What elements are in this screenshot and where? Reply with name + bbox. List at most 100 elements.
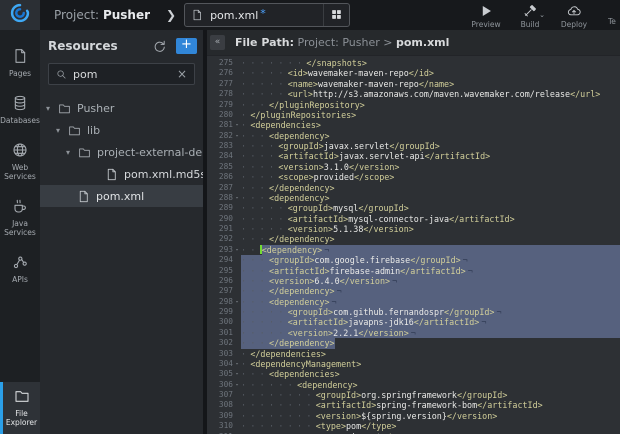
code-line-content[interactable]: ·····<groupId>com.github.fernandospr</gr…	[241, 307, 620, 317]
code-line[interactable]: 309········<version>${spring.version}</v…	[207, 411, 620, 421]
code-line-content[interactable]: ·<dependencies>	[241, 120, 620, 130]
fold-marker[interactable]: -	[233, 245, 241, 255]
tree-item[interactable]: pom.xml	[40, 185, 203, 207]
code-line[interactable]: 277·····<name>wavemaker-maven-repo</name…	[207, 79, 620, 89]
code-line[interactable]: 301·····<version>2.2.1</version>¬	[207, 328, 620, 338]
code-line[interactable]: 297···</dependency>¬	[207, 286, 620, 296]
open-file-tab[interactable]: pom.xml *	[184, 3, 350, 27]
code-line[interactable]: 284····<artifactId>javax.servlet-api</ar…	[207, 151, 620, 161]
code-line-content[interactable]: ····<version>3.1.0</version>	[241, 162, 620, 172]
code-line-content[interactable]: ·····<version>5.1.38</version>	[241, 224, 620, 234]
code-line-content[interactable]: ·····<version>2.2.1</version>¬	[241, 328, 620, 338]
toolbar-button-preview[interactable]: Preview	[466, 1, 506, 29]
resource-search-box[interactable]: pom ×	[48, 63, 195, 85]
code-line[interactable]: 294···<groupId>com.google.firebase</grou…	[207, 255, 620, 265]
code-line-content[interactable]: ······<dependency>	[241, 380, 620, 390]
code-line[interactable]: 302···</dependency>	[207, 338, 620, 348]
code-line[interactable]: 292···</dependency>	[207, 234, 620, 244]
code-line[interactable]: 281-·<dependencies>	[207, 120, 620, 130]
code-line-content[interactable]: ········<groupId>org.springframework</gr…	[241, 390, 620, 400]
code-line-content[interactable]: ···</dependency>	[241, 234, 620, 244]
sidebar-item-pages[interactable]: Pages	[0, 46, 40, 80]
code-line[interactable]: 306-······<dependency>	[207, 380, 620, 390]
code-line[interactable]: 286····<scope>provided</scope>	[207, 172, 620, 182]
add-resource-button[interactable]: +	[176, 38, 197, 54]
code-line-content[interactable]: ···</dependency>¬	[241, 286, 620, 296]
sidebar-item-file-explorer[interactable]: File Explorer	[0, 382, 40, 434]
code-line-content[interactable]: ·</dependencies>	[241, 349, 620, 359]
code-line[interactable]: 290·····<artifactId>mysql-connector-java…	[207, 214, 620, 224]
fold-marker[interactable]: -	[233, 131, 241, 141]
code-line-content[interactable]: ·</pluginRepositories>	[241, 110, 620, 120]
code-line-content[interactable]: ···</dependency>	[241, 183, 620, 193]
code-line-content[interactable]: ···<dependency>¬	[241, 297, 620, 307]
code-line[interactable]: 303·</dependencies>	[207, 349, 620, 359]
code-line[interactable]: 289·····<groupId>mysql</groupId>	[207, 203, 620, 213]
refresh-button[interactable]	[152, 39, 167, 54]
code-line-content[interactable]: ·····<groupId>mysql</groupId>	[241, 203, 620, 213]
code-line-content[interactable]: ·<dependencyManagement>	[241, 359, 620, 369]
code-line[interactable]: 278·····<url>http://s3.amazonaws.com/mav…	[207, 89, 620, 99]
collapse-panel-icon[interactable]: «	[210, 35, 225, 50]
code-line-content[interactable]: ···<dependency>	[241, 131, 620, 141]
code-line[interactable]: 288-···<dependency>	[207, 193, 620, 203]
code-line-content[interactable]: ···<version>6.4.0</version>¬	[241, 276, 620, 286]
tree-item[interactable]: ▾project-external-dependencies	[40, 141, 203, 163]
app-logo[interactable]	[0, 0, 40, 30]
tree-item[interactable]: ▾lib	[40, 119, 203, 141]
fold-marker[interactable]: -	[233, 193, 241, 203]
code-line[interactable]: 305-···<dependencies>	[207, 369, 620, 379]
layout-grid-button[interactable]	[323, 3, 349, 27]
fold-marker[interactable]: -	[233, 380, 241, 390]
code-line[interactable]: 299·····<groupId>com.github.fernandospr<…	[207, 307, 620, 317]
code-line-content[interactable]: ····<scope>provided</scope>	[241, 172, 620, 182]
sidebar-item-databases[interactable]: Databases	[0, 93, 40, 127]
search-input[interactable]: pom	[73, 68, 171, 81]
code-line[interactable]: 293-··<dependency>¬	[207, 245, 620, 255]
code-line[interactable]: 295···<artifactId>firebase-admin</artifa…	[207, 266, 620, 276]
code-line[interactable]: 310········<type>pom</type>	[207, 421, 620, 431]
code-line[interactable]: 291·····<version>5.1.38</version>	[207, 224, 620, 234]
code-line[interactable]: 275·······</snapshots>	[207, 58, 620, 68]
code-line-content[interactable]: ···<dependency>	[241, 193, 620, 203]
code-line[interactable]: 300·····<artifactId>javapns-jdk16</artif…	[207, 317, 620, 327]
tree-item[interactable]: pom.xml.md5sum	[40, 163, 203, 185]
tree-expand-arrow-icon[interactable]: ▾	[56, 126, 66, 135]
code-line-content[interactable]: ···<groupId>com.google.firebase</groupId…	[241, 255, 620, 265]
code-line-content[interactable]: ····<groupId>javax.servlet</groupId>	[241, 141, 620, 151]
fold-marker[interactable]: -	[233, 369, 241, 379]
code-line-content[interactable]: ···</dependency>	[241, 338, 620, 348]
toolbar-button-deploy[interactable]: Deploy	[554, 1, 594, 29]
sidebar-item-java-services[interactable]: Java Services	[0, 196, 40, 239]
code-line-content[interactable]: ·····<id>wavemaker-maven-repo</id>	[241, 68, 620, 78]
code-line[interactable]: 280·</pluginRepositories>	[207, 110, 620, 120]
fold-marker[interactable]: -	[233, 120, 241, 130]
code-line-content[interactable]: ········<type>pom</type>	[241, 421, 620, 431]
code-line[interactable]: 296···<version>6.4.0</version>¬	[207, 276, 620, 286]
code-line-content[interactable]: ·······</snapshots>	[241, 58, 620, 68]
sidebar-item-apis[interactable]: APIs	[0, 252, 40, 286]
sidebar-item-web-services[interactable]: Web Services	[0, 140, 40, 183]
clear-search-icon[interactable]: ×	[177, 68, 187, 80]
code-line-content[interactable]: ·····<url>http://s3.amazonaws.com/maven.…	[241, 89, 620, 99]
code-line[interactable]: 298-···<dependency>¬	[207, 297, 620, 307]
code-line-content[interactable]: ········<version>${spring.version}</vers…	[241, 411, 620, 421]
fold-marker[interactable]: -	[233, 297, 241, 307]
code-line-content[interactable]: ···<artifactId>firebase-admin</artifactI…	[241, 266, 620, 276]
code-line[interactable]: 304-·<dependencyManagement>	[207, 359, 620, 369]
code-line[interactable]: 276·····<id>wavemaker-maven-repo</id>	[207, 68, 620, 78]
code-line[interactable]: 283····<groupId>javax.servlet</groupId>	[207, 141, 620, 151]
code-line[interactable]: 279···</pluginRepository>	[207, 100, 620, 110]
tree-expand-arrow-icon[interactable]: ▾	[66, 148, 76, 157]
code-line[interactable]: 285····<version>3.1.0</version>	[207, 162, 620, 172]
code-line-content[interactable]: ···</pluginRepository>	[241, 100, 620, 110]
toolbar-button-build[interactable]: ⌄Build	[510, 1, 550, 29]
code-line-content[interactable]: ··<dependency>¬	[241, 245, 620, 255]
code-line-content[interactable]: ···<dependencies>	[241, 369, 620, 379]
chevron-right-icon[interactable]: ❯	[166, 8, 176, 22]
code-line[interactable]: 308········<artifactId>spring-framework-…	[207, 400, 620, 410]
code-line-content[interactable]: ·····<artifactId>mysql-connector-java</a…	[241, 214, 620, 224]
code-area[interactable]: 275·······</snapshots>276·····<id>wavema…	[207, 56, 620, 434]
code-line-content[interactable]: ·····<name>wavemaker-maven-repo</name>	[241, 79, 620, 89]
code-line-content[interactable]: ·····<artifactId>javapns-jdk16</artifact…	[241, 317, 620, 327]
